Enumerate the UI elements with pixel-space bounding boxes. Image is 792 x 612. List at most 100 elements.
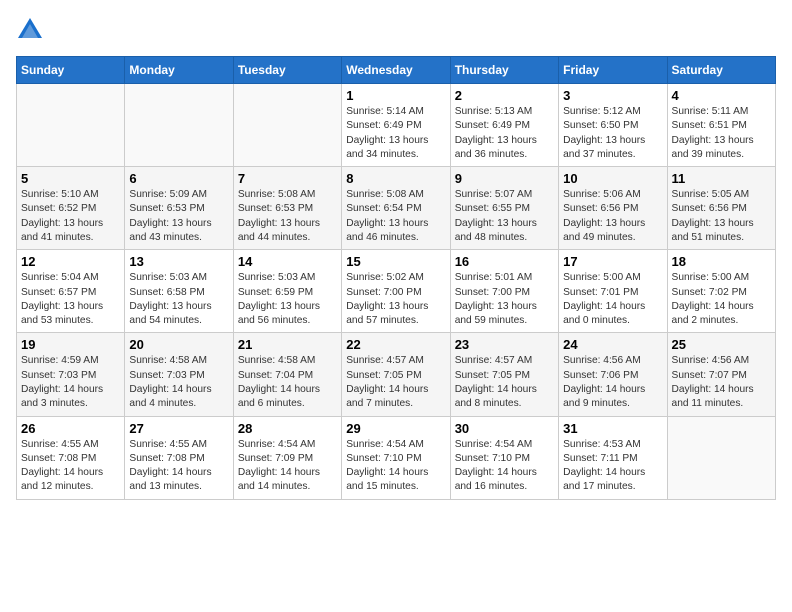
calendar-cell: 11 Sunrise: 5:05 AM Sunset: 6:56 PM Dayli… [667,167,775,250]
calendar-cell: 18 Sunrise: 5:00 AM Sunset: 7:02 PM Dayli… [667,250,775,333]
day-info: Sunrise: 5:10 AM Sunset: 6:52 PM Dayligh… [21,188,120,245]
day-info: Sunrise: 4:56 AM Sunset: 7:07 PM Dayligh… [672,354,771,411]
day-info: Sunrise: 5:06 AM Sunset: 6:56 PM Dayligh… [563,188,662,245]
day-number: 5 [21,171,120,186]
calendar-cell: 30 Sunrise: 4:54 AM Sunset: 7:10 PM Dayli… [450,416,558,499]
day-info: Sunrise: 5:02 AM Sunset: 7:00 PM Dayligh… [346,271,445,328]
page-header [16,16,776,44]
day-number: 13 [129,254,228,269]
calendar-week-row: 5 Sunrise: 5:10 AM Sunset: 6:52 PM Daylig… [17,167,776,250]
calendar-body: 1 Sunrise: 5:14 AM Sunset: 6:49 PM Daylig… [17,84,776,500]
day-info: Sunrise: 5:00 AM Sunset: 7:02 PM Dayligh… [672,271,771,328]
day-number: 11 [672,171,771,186]
calendar-cell: 31Sunrise: 4:53 AM Sunset: 7:11 PM Dayli… [559,416,667,499]
calendar-table: SundayMondayTuesdayWednesdayThursdayFrid… [16,56,776,500]
calendar-cell: 29 Sunrise: 4:54 AM Sunset: 7:10 PM Dayli… [342,416,450,499]
day-info: Sunrise: 5:11 AM Sunset: 6:51 PM Dayligh… [672,105,771,162]
calendar-cell [17,84,125,167]
day-number: 4 [672,88,771,103]
day-number: 15 [346,254,445,269]
day-info: Sunrise: 5:14 AM Sunset: 6:49 PM Dayligh… [346,105,445,162]
day-info: Sunrise: 4:57 AM Sunset: 7:05 PM Dayligh… [455,354,554,411]
day-number: 2 [455,88,554,103]
day-number: 24 [563,337,662,352]
calendar-week-row: 19 Sunrise: 4:59 AM Sunset: 7:03 PM Dayli… [17,333,776,416]
calendar-cell: 17 Sunrise: 5:00 AM Sunset: 7:01 PM Dayli… [559,250,667,333]
day-number: 3 [563,88,662,103]
calendar-cell [125,84,233,167]
logo-icon [16,16,44,44]
calendar-cell: 19 Sunrise: 4:59 AM Sunset: 7:03 PM Dayli… [17,333,125,416]
day-header-saturday: Saturday [667,57,775,84]
day-number: 27 [129,421,228,436]
calendar-cell: 2 Sunrise: 5:13 AM Sunset: 6:49 PM Daylig… [450,84,558,167]
day-number: 28 [238,421,337,436]
day-number: 25 [672,337,771,352]
calendar-cell: 4 Sunrise: 5:11 AM Sunset: 6:51 PM Daylig… [667,84,775,167]
calendar-cell: 12Sunrise: 5:04 AM Sunset: 6:57 PM Dayli… [17,250,125,333]
day-number: 21 [238,337,337,352]
day-info: Sunrise: 5:08 AM Sunset: 6:53 PM Dayligh… [238,188,337,245]
calendar-cell: 24 Sunrise: 4:56 AM Sunset: 7:06 PM Dayli… [559,333,667,416]
day-number: 19 [21,337,120,352]
calendar-cell: 13 Sunrise: 5:03 AM Sunset: 6:58 PM Dayli… [125,250,233,333]
calendar-cell: 15 Sunrise: 5:02 AM Sunset: 7:00 PM Dayli… [342,250,450,333]
day-info: Sunrise: 4:54 AM Sunset: 7:10 PM Dayligh… [455,438,554,495]
calendar-week-row: 26 Sunrise: 4:55 AM Sunset: 7:08 PM Dayli… [17,416,776,499]
day-number: 8 [346,171,445,186]
calendar-cell: 26 Sunrise: 4:55 AM Sunset: 7:08 PM Dayli… [17,416,125,499]
day-info: Sunrise: 5:05 AM Sunset: 6:56 PM Dayligh… [672,188,771,245]
day-header-tuesday: Tuesday [233,57,341,84]
day-info: Sunrise: 4:59 AM Sunset: 7:03 PM Dayligh… [21,354,120,411]
calendar-cell: 5 Sunrise: 5:10 AM Sunset: 6:52 PM Daylig… [17,167,125,250]
day-info: Sunrise: 5:08 AM Sunset: 6:54 PM Dayligh… [346,188,445,245]
calendar-cell: 21 Sunrise: 4:58 AM Sunset: 7:04 PM Dayli… [233,333,341,416]
day-number: 26 [21,421,120,436]
day-info: Sunrise: 4:55 AM Sunset: 7:08 PM Dayligh… [129,438,228,495]
day-number: 17 [563,254,662,269]
calendar-cell: 28Sunrise: 4:54 AM Sunset: 7:09 PM Dayli… [233,416,341,499]
day-info: Sunrise: 4:56 AM Sunset: 7:06 PM Dayligh… [563,354,662,411]
day-number: 20 [129,337,228,352]
day-header-thursday: Thursday [450,57,558,84]
calendar-cell [233,84,341,167]
day-number: 16 [455,254,554,269]
day-info: Sunrise: 4:54 AM Sunset: 7:10 PM Dayligh… [346,438,445,495]
calendar-cell: 22 Sunrise: 4:57 AM Sunset: 7:05 PM Dayli… [342,333,450,416]
day-number: 29 [346,421,445,436]
calendar-cell: 20Sunrise: 4:58 AM Sunset: 7:03 PM Dayli… [125,333,233,416]
day-number: 18 [672,254,771,269]
day-header-monday: Monday [125,57,233,84]
day-number: 30 [455,421,554,436]
day-info: Sunrise: 5:00 AM Sunset: 7:01 PM Dayligh… [563,271,662,328]
calendar-header-row: SundayMondayTuesdayWednesdayThursdayFrid… [17,57,776,84]
calendar-cell: 16 Sunrise: 5:01 AM Sunset: 7:00 PM Dayli… [450,250,558,333]
day-info: Sunrise: 5:12 AM Sunset: 6:50 PM Dayligh… [563,105,662,162]
day-info: Sunrise: 4:53 AM Sunset: 7:11 PM Dayligh… [563,438,662,495]
day-number: 9 [455,171,554,186]
calendar-cell: 10 Sunrise: 5:06 AM Sunset: 6:56 PM Dayli… [559,167,667,250]
day-header-wednesday: Wednesday [342,57,450,84]
day-number: 22 [346,337,445,352]
day-header-sunday: Sunday [17,57,125,84]
calendar-cell: 27 Sunrise: 4:55 AM Sunset: 7:08 PM Dayli… [125,416,233,499]
calendar-cell: 9 Sunrise: 5:07 AM Sunset: 6:55 PM Daylig… [450,167,558,250]
day-info: Sunrise: 5:09 AM Sunset: 6:53 PM Dayligh… [129,188,228,245]
day-info: Sunrise: 5:01 AM Sunset: 7:00 PM Dayligh… [455,271,554,328]
day-number: 1 [346,88,445,103]
calendar-week-row: 12Sunrise: 5:04 AM Sunset: 6:57 PM Dayli… [17,250,776,333]
calendar-cell: 25 Sunrise: 4:56 AM Sunset: 7:07 PM Dayli… [667,333,775,416]
calendar-cell: 14Sunrise: 5:03 AM Sunset: 6:59 PM Dayli… [233,250,341,333]
calendar-cell: 3 Sunrise: 5:12 AM Sunset: 6:50 PM Daylig… [559,84,667,167]
day-info: Sunrise: 4:55 AM Sunset: 7:08 PM Dayligh… [21,438,120,495]
day-info: Sunrise: 5:03 AM Sunset: 6:58 PM Dayligh… [129,271,228,328]
calendar-week-row: 1 Sunrise: 5:14 AM Sunset: 6:49 PM Daylig… [17,84,776,167]
calendar-cell [667,416,775,499]
day-info: Sunrise: 5:13 AM Sunset: 6:49 PM Dayligh… [455,105,554,162]
day-info: Sunrise: 4:57 AM Sunset: 7:05 PM Dayligh… [346,354,445,411]
day-info: Sunrise: 5:07 AM Sunset: 6:55 PM Dayligh… [455,188,554,245]
day-number: 7 [238,171,337,186]
day-number: 10 [563,171,662,186]
day-info: Sunrise: 5:04 AM Sunset: 6:57 PM Dayligh… [21,271,120,328]
day-info: Sunrise: 4:58 AM Sunset: 7:04 PM Dayligh… [238,354,337,411]
